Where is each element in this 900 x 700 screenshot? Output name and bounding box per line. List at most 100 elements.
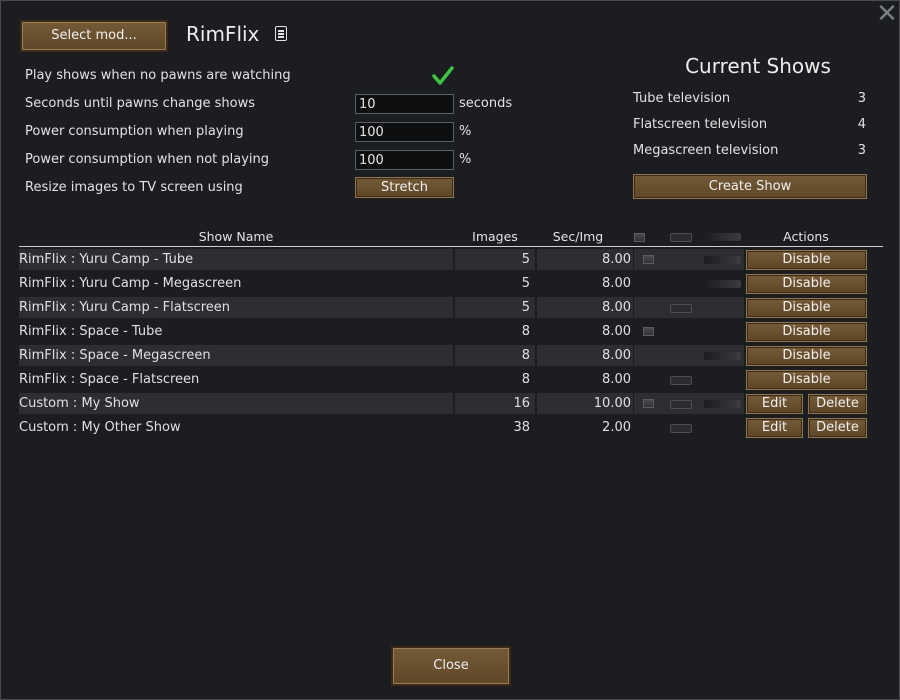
seconds-unit: seconds: [459, 96, 513, 111]
show-sec-img: 8.00: [537, 249, 633, 270]
show-name: RimFlix : Yuru Camp - Tube: [19, 249, 453, 270]
table-row: RimFlix : Space - Tube 8 8.00 Disable: [19, 321, 883, 342]
header-sec-img: Sec/Img: [552, 229, 604, 244]
edit-button[interactable]: Edit: [746, 394, 803, 414]
document-icon[interactable]: [275, 26, 287, 41]
flatscreen-tv-icon: [670, 304, 692, 313]
flatscreen-tv-icon: [670, 400, 692, 409]
disable-button[interactable]: Disable: [746, 250, 867, 270]
seconds-label: Seconds until pawns change shows: [25, 96, 256, 111]
show-sec-img: 8.00: [602, 276, 631, 291]
flatscreen-cell: [662, 297, 703, 318]
megascreen-cell: [703, 321, 744, 342]
header-images: Images: [472, 229, 518, 244]
table-row: Custom : My Show 16 10.00 Edit Delete: [19, 393, 883, 414]
resize-label: Resize images to TV screen using: [25, 180, 243, 195]
select-mod-button[interactable]: Select mod...: [20, 20, 168, 52]
close-icon[interactable]: ✕: [875, 1, 899, 27]
tv-count-flatscreen: 4: [857, 117, 866, 132]
tube-tv-icon: [643, 399, 654, 408]
table-row: RimFlix : Space - Flatscreen 8 8.00 Disable: [19, 369, 883, 390]
table-row: RimFlix : Yuru Camp - Megascreen 5 8.00 Dis…: [19, 273, 883, 294]
flatscreen-cell: [662, 369, 703, 390]
resize-mode-button[interactable]: Stretch: [355, 177, 454, 198]
power-idle-label: Power consumption when not playing: [25, 152, 270, 167]
tube-tv-icon: [634, 233, 645, 242]
mod-settings-dialog: ✕ Select mod... RimFlix Play shows when …: [0, 0, 900, 700]
play-no-pawns-label: Play shows when no pawns are watching: [25, 68, 291, 83]
megascreen-cell: [703, 417, 744, 438]
flatscreen-cell: [662, 417, 703, 438]
flatscreen-cell: [662, 345, 703, 366]
tv-label-flatscreen: Flatscreen television: [633, 117, 768, 132]
flatscreen-tv-icon: [670, 376, 692, 385]
flatscreen-cell: [662, 321, 703, 342]
power-playing-unit: %: [459, 124, 472, 139]
show-sec-img: 8.00: [537, 297, 633, 318]
delete-button[interactable]: Delete: [808, 394, 867, 414]
disable-button[interactable]: Disable: [746, 346, 867, 366]
show-sec-img: 8.00: [602, 372, 631, 387]
show-name: Custom : My Show: [19, 393, 453, 414]
show-sec-img: 8.00: [602, 324, 631, 339]
table-row: RimFlix : Space - Megascreen 8 8.00 Disable: [19, 345, 883, 366]
flatscreen-cell: [662, 393, 703, 414]
disable-button[interactable]: Disable: [746, 298, 867, 318]
show-name: RimFlix : Yuru Camp - Flatscreen: [19, 297, 453, 318]
disable-button[interactable]: Disable: [746, 274, 867, 294]
megascreen-cell: [703, 393, 744, 414]
megascreen-cell: [703, 249, 744, 270]
show-images: 5: [455, 297, 535, 318]
tv-label-tube: Tube television: [633, 91, 731, 106]
megascreen-cell: [703, 297, 744, 318]
flatscreen-cell: [662, 273, 703, 294]
table-row: RimFlix : Yuru Camp - Tube 5 8.00 Disable: [19, 249, 883, 270]
tv-label-megascreen: Megascreen television: [633, 143, 779, 158]
tube-tv-icon: [643, 255, 654, 264]
delete-button[interactable]: Delete: [808, 418, 867, 438]
megascreen-tv-icon: [704, 256, 741, 264]
megascreen-tv-icon: [704, 280, 741, 288]
show-name: RimFlix : Space - Flatscreen: [19, 372, 200, 387]
show-images: 38: [513, 420, 530, 435]
table-row: Custom : My Other Show 38 2.00 Edit Delete: [19, 417, 883, 438]
header-divider: [19, 246, 883, 247]
disable-button[interactable]: Disable: [746, 322, 867, 342]
power-idle-input[interactable]: [355, 150, 454, 170]
power-idle-unit: %: [459, 152, 472, 167]
power-playing-label: Power consumption when playing: [25, 124, 244, 139]
show-name: RimFlix : Space - Tube: [19, 324, 163, 339]
create-show-button[interactable]: Create Show: [633, 174, 867, 199]
checkmark-icon[interactable]: [432, 65, 454, 87]
show-images: 16: [455, 393, 535, 414]
edit-button[interactable]: Edit: [746, 418, 803, 438]
show-sec-img: 2.00: [602, 420, 631, 435]
seconds-input[interactable]: [355, 94, 454, 114]
tv-count-tube: 3: [857, 91, 866, 106]
show-images: 5: [521, 276, 530, 291]
show-images: 5: [455, 249, 535, 270]
show-images: 8: [521, 372, 530, 387]
megascreen-tv-icon: [704, 352, 741, 360]
megascreen-tv-icon: [704, 233, 741, 241]
flatscreen-tv-icon: [670, 233, 692, 242]
header-show-name: Show Name: [198, 229, 274, 244]
tube-tv-icon: [643, 327, 654, 336]
show-name: RimFlix : Space - Megascreen: [19, 345, 453, 366]
show-images: 8: [521, 324, 530, 339]
megascreen-cell: [703, 369, 744, 390]
tv-count-megascreen: 3: [857, 143, 866, 158]
close-button[interactable]: Close: [391, 646, 511, 686]
power-playing-input[interactable]: [355, 122, 454, 142]
megascreen-tv-icon: [704, 400, 741, 408]
header-actions: Actions: [783, 229, 829, 244]
show-images: 8: [455, 345, 535, 366]
current-shows-title: Current Shows: [685, 54, 831, 78]
show-name: Custom : My Other Show: [19, 420, 181, 435]
disable-button[interactable]: Disable: [746, 370, 867, 390]
flatscreen-tv-icon: [670, 424, 692, 433]
show-name: RimFlix : Yuru Camp - Megascreen: [19, 276, 242, 291]
show-sec-img: 10.00: [537, 393, 633, 414]
page-title: RimFlix: [186, 22, 260, 46]
show-sec-img: 8.00: [537, 345, 633, 366]
